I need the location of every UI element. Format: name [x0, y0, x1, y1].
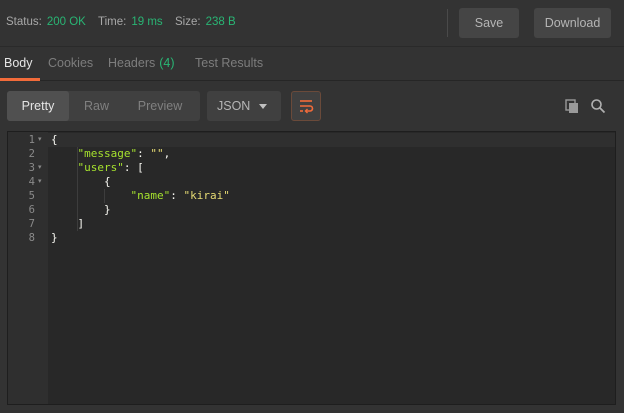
fold-toggle-icon[interactable]: ▾ — [38, 161, 42, 175]
response-status-bar: Status: 200 OK Time: 19 ms Size: 238 B Save… — [0, 0, 624, 47]
tab-headers-label: Headers — [108, 56, 156, 70]
size-value: 238 B — [205, 16, 236, 28]
tab-headers[interactable]: Headers (4) — [108, 56, 175, 70]
copy-button[interactable] — [563, 97, 581, 115]
line-number: 6 — [28, 204, 35, 216]
wrap-lines-button[interactable] — [291, 91, 321, 121]
fold-toggle-icon[interactable]: ▾ — [38, 175, 42, 189]
tab-test-results[interactable]: Test Results — [195, 56, 263, 70]
json-punctuation: { — [51, 133, 58, 146]
json-punctuation: : [ — [123, 161, 144, 174]
line-number: 7 — [28, 218, 35, 230]
code-line: ] — [48, 217, 615, 231]
json-punctuation: : — [170, 189, 184, 202]
body-toolbar: Pretty Raw Preview JSON — [0, 81, 624, 131]
line-number: 2 — [28, 148, 35, 160]
json-string: "" — [150, 147, 164, 160]
line-number: 1 — [28, 134, 35, 146]
indent-guide — [77, 147, 78, 231]
json-punctuation — [51, 189, 130, 202]
json-key: "name" — [130, 189, 171, 202]
status-label: Status: — [6, 16, 42, 28]
tab-body[interactable]: Body — [4, 56, 33, 70]
divider — [447, 9, 448, 37]
indent-guide — [104, 189, 105, 203]
line-number: 8 — [28, 232, 35, 244]
format-value: JSON — [217, 99, 251, 113]
response-tabs: Body Cookies Headers (4) Test Results — [0, 47, 624, 81]
json-key: "users" — [77, 161, 124, 174]
json-string: "kirai" — [183, 189, 230, 202]
code-line: "message": "", — [48, 147, 615, 161]
code-line: "users": [ — [48, 161, 615, 175]
json-punctuation: : — [137, 147, 151, 160]
chevron-down-icon — [259, 104, 267, 109]
size-label: Size: — [175, 16, 201, 28]
fold-toggle-icon[interactable]: ▾ — [38, 133, 42, 147]
status-indicator: Status: 200 OK — [6, 16, 86, 28]
line-number: 5 — [28, 190, 35, 202]
line-number-gutter: 1 ▾ 2 3 ▾ 4 ▾ 5 6 7 8 — [8, 132, 48, 404]
line-number: 3 — [28, 162, 35, 174]
wrap-lines-icon — [300, 100, 314, 114]
search-icon — [591, 99, 606, 114]
line-number: 4 — [28, 176, 35, 188]
time-indicator: Time: 19 ms — [98, 16, 163, 28]
save-button[interactable]: Save — [459, 8, 519, 38]
search-button[interactable] — [589, 97, 607, 115]
headers-count-badge: (4) — [159, 56, 175, 70]
pretty-mode-button[interactable]: Pretty — [7, 91, 69, 121]
json-punctuation — [51, 161, 78, 174]
preview-mode-button[interactable]: Preview — [124, 91, 196, 121]
response-body-editor[interactable]: 1 ▾ 2 3 ▾ 4 ▾ 5 6 7 8 { "message": "", "users": [ … — [7, 131, 616, 405]
time-label: Time: — [98, 16, 127, 28]
tab-cookies[interactable]: Cookies — [48, 56, 93, 70]
code-line: "name": "kirai" — [48, 189, 615, 203]
raw-mode-button[interactable]: Raw — [69, 91, 124, 121]
size-indicator: Size: 238 B — [175, 16, 236, 28]
download-button[interactable]: Download — [534, 8, 611, 38]
copy-icon — [565, 99, 578, 113]
json-punctuation — [51, 147, 78, 160]
json-punctuation: } — [51, 203, 111, 216]
json-punctuation: ] — [51, 217, 85, 230]
code-line: { — [48, 133, 615, 147]
json-key: "message" — [77, 147, 138, 160]
code-line: } — [48, 203, 615, 217]
code-line: } — [48, 231, 615, 245]
json-punctuation: , — [163, 147, 171, 160]
code-line: { — [48, 175, 615, 189]
code-area[interactable]: { "message": "", "users": [ { "name": "k… — [48, 132, 615, 404]
view-mode-selector: Pretty Raw Preview — [7, 91, 200, 121]
format-dropdown[interactable]: JSON — [207, 91, 281, 121]
status-value: 200 OK — [46, 16, 86, 28]
json-punctuation: } — [51, 231, 58, 244]
json-punctuation: { — [51, 175, 111, 188]
time-value: 19 ms — [131, 16, 163, 28]
